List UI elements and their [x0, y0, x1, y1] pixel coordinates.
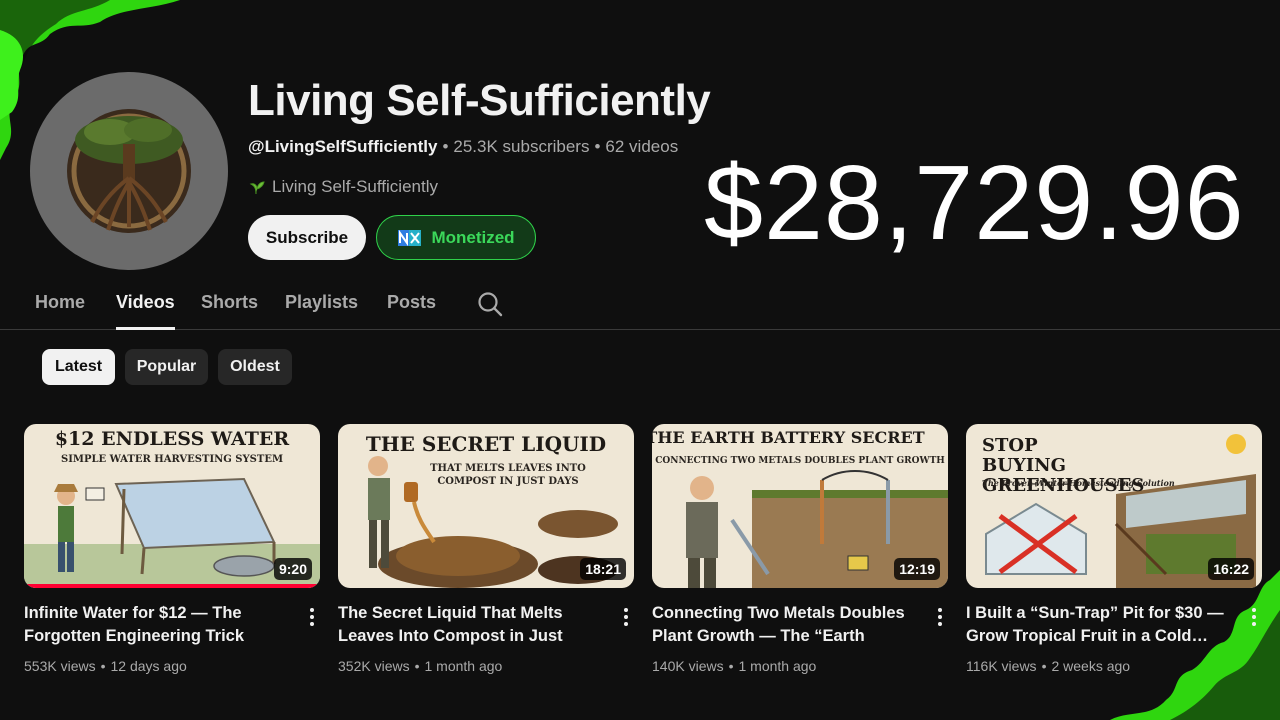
more-options-icon[interactable]: [618, 606, 634, 628]
thumbnail-subheading: SIMPLE WATER HARVESTING SYSTEM: [60, 454, 284, 465]
video-card[interactable]: $12 ENDLESS WATER SIMPLE WATER HARVESTIN…: [24, 424, 320, 674]
tab-posts[interactable]: Posts: [387, 292, 436, 313]
thumbnail-subheading: The Proven Winter Homesteading Solution: [982, 478, 1175, 488]
chip-popular[interactable]: Popular: [125, 349, 208, 385]
view-count: 553K views: [24, 658, 96, 674]
more-options-icon[interactable]: [1246, 606, 1262, 628]
channel-avatar[interactable]: [30, 72, 228, 270]
chip-latest[interactable]: Latest: [42, 349, 115, 385]
thumbnail-heading: $12 ENDLESS WATER: [54, 428, 290, 450]
video-title[interactable]: The Secret Liquid That Melts Leaves Into…: [338, 602, 610, 648]
upload-age: 2 weeks ago: [1051, 658, 1131, 674]
upload-age: 1 month ago: [738, 658, 817, 674]
channel-tabs: Home Videos Shorts Playlists Posts: [0, 280, 1280, 330]
search-icon[interactable]: [477, 291, 503, 317]
video-thumbnail[interactable]: STOP BUYING GREENHOUSES The Proven Winte…: [966, 424, 1262, 588]
watch-progress-bar: [24, 584, 320, 588]
video-meta: 553K views • 12 days ago: [24, 658, 187, 674]
video-count: 62 videos: [605, 137, 679, 156]
monetized-badge[interactable]: Monetized: [376, 215, 536, 260]
tree-logo-icon: [67, 109, 191, 233]
view-count: 352K views: [338, 658, 410, 674]
seedling-icon: [249, 181, 265, 195]
tab-home[interactable]: Home: [35, 292, 85, 313]
video-duration: 16:22: [1208, 558, 1254, 580]
video-card[interactable]: STOP BUYING GREENHOUSES The Proven Winte…: [966, 424, 1262, 674]
video-duration: 12:19: [894, 558, 940, 580]
video-thumbnail[interactable]: THE EARTH BATTERY SECRET CONNECTING TWO …: [652, 424, 948, 588]
video-duration: 18:21: [580, 558, 626, 580]
channel-meta: @LivingSelfSufficiently • 25.3K subscriber…: [248, 137, 679, 156]
video-meta: 140K views • 1 month ago: [652, 658, 817, 674]
video-title[interactable]: Connecting Two Metals Doubles Plant Grow…: [652, 602, 924, 648]
video-meta: 116K views • 2 weeks ago: [966, 658, 1131, 674]
upload-age: 12 days ago: [110, 658, 187, 674]
video-title[interactable]: Infinite Water for $12 — The Forgotten E…: [24, 602, 296, 648]
video-meta: 352K views • 1 month ago: [338, 658, 503, 674]
video-title[interactable]: I Built a “Sun-Trap” Pit for $30 — Grow …: [966, 602, 1238, 648]
more-options-icon[interactable]: [304, 606, 320, 628]
tab-shorts[interactable]: Shorts: [201, 292, 258, 313]
thumbnail-subheading: CONNECTING TWO METALS DOUBLES PLANT GROW…: [655, 456, 945, 466]
video-card[interactable]: THE EARTH BATTERY SECRET CONNECTING TWO …: [652, 424, 948, 674]
thumbnail-heading: THE SECRET LIQUID: [365, 432, 607, 456]
upload-age: 1 month ago: [424, 658, 503, 674]
channel-name: Living Self-Sufficiently: [248, 76, 711, 125]
more-options-icon[interactable]: [932, 606, 948, 628]
view-count: 116K views: [966, 658, 1037, 674]
thumbnail-heading: THE EARTH BATTERY SECRET: [652, 428, 925, 447]
video-thumbnail[interactable]: THE SECRET LIQUID THAT MELTS LEAVES INTO…: [338, 424, 634, 588]
earnings-amount: $28,729.96: [704, 144, 1245, 262]
tab-playlists[interactable]: Playlists: [285, 292, 358, 313]
channel-handle[interactable]: @LivingSelfSufficiently: [248, 137, 437, 156]
view-count: 140K views: [652, 658, 724, 674]
tab-videos[interactable]: Videos: [116, 292, 175, 330]
video-thumbnail[interactable]: $12 ENDLESS WATER SIMPLE WATER HARVESTIN…: [24, 424, 320, 588]
channel-description[interactable]: Living Self-Sufficiently: [248, 177, 438, 197]
monetization-logo-icon: [398, 229, 422, 246]
video-card[interactable]: THE SECRET LIQUID THAT MELTS LEAVES INTO…: [338, 424, 634, 674]
thumbnail-subheading: THAT MELTS LEAVES INTO COMPOST IN JUST D…: [430, 463, 586, 487]
subscribe-button[interactable]: Subscribe: [248, 215, 366, 260]
chip-oldest[interactable]: Oldest: [218, 349, 292, 385]
subscriber-count: 25.3K subscribers: [453, 137, 590, 156]
video-duration: 9:20: [273, 558, 312, 580]
